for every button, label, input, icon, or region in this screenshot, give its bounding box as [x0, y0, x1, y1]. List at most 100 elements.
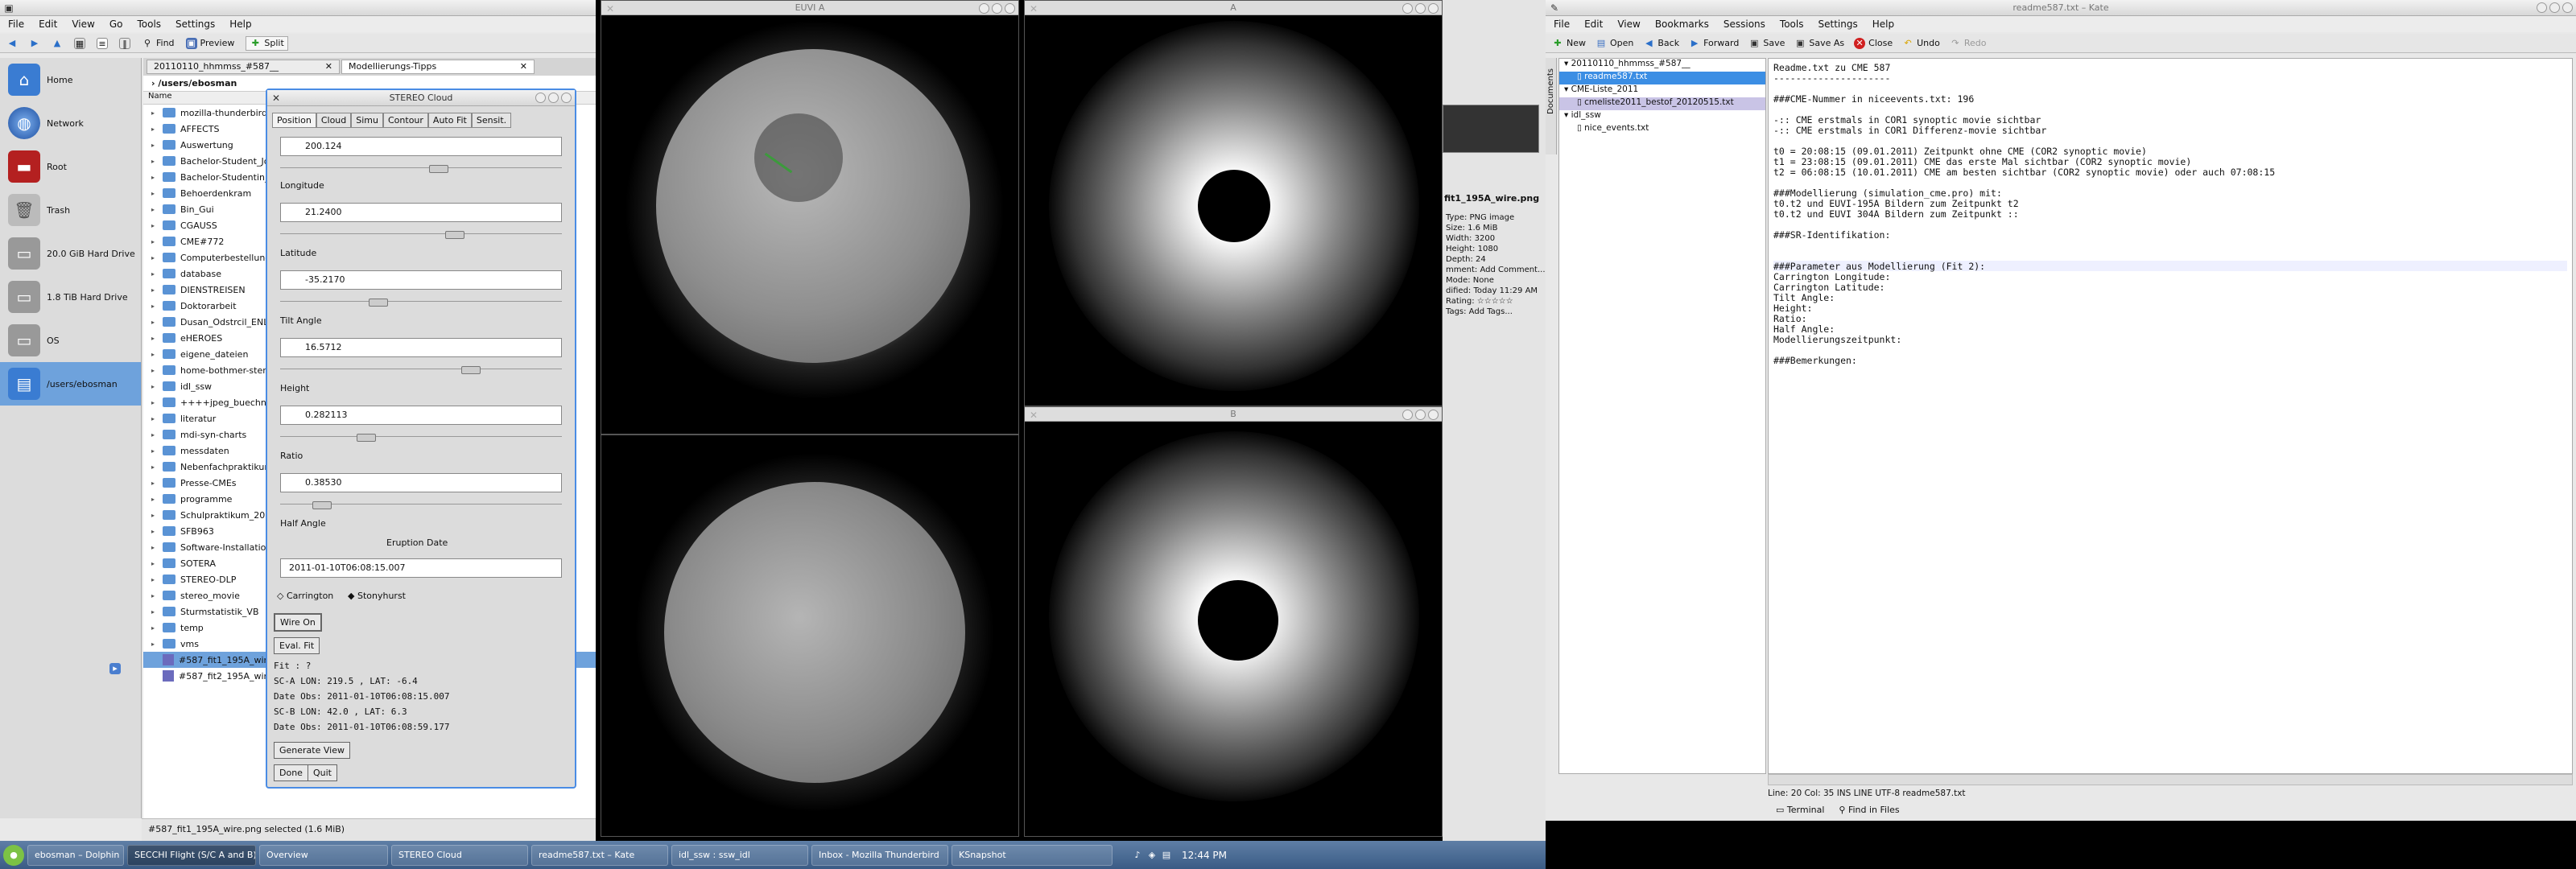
expand-icon[interactable]: ▸ [151, 270, 158, 278]
ratio-slider[interactable] [280, 501, 562, 513]
place-drive-20gib[interactable]: ▭ 20.0 GiB Hard Drive [0, 232, 141, 275]
slider-thumb[interactable] [445, 231, 464, 239]
tab-cloud[interactable]: Cloud [316, 113, 352, 128]
generate-view-button[interactable]: Generate View [274, 742, 350, 759]
slider-thumb[interactable] [461, 366, 481, 374]
expand-icon[interactable]: ▸ [151, 512, 158, 519]
expand-icon[interactable]: ▸ [151, 335, 158, 342]
close-icon[interactable]: ✕ [520, 61, 527, 72]
close-icon[interactable]: ✕ [325, 61, 332, 72]
menu-help[interactable]: Help [1872, 19, 1894, 30]
expand-icon[interactable]: ▸ [151, 319, 158, 326]
task-secchi[interactable]: SECCHI Flight (S/C A and B) [127, 844, 256, 866]
task-dolphin[interactable]: ebosman – Dolphin [27, 844, 124, 866]
close-x-icon[interactable]: ✕ [1028, 3, 1039, 14]
expand-icon[interactable]: ▸ [151, 640, 158, 648]
document-tree-item[interactable]: ▾ 20110110_hhmmss_#587__ [1559, 59, 1765, 72]
close-x-icon[interactable]: ✕ [605, 3, 616, 14]
split-button[interactable]: ✚ Split [246, 35, 288, 51]
close-x-icon[interactable]: ✕ [270, 93, 282, 104]
radio-stonyhurst[interactable]: ◆ Stonyhurst [348, 591, 406, 601]
expand-icon[interactable]: ▸ [151, 463, 158, 471]
expand-icon[interactable]: ▸ [151, 158, 158, 165]
eval-fit-button[interactable]: Eval. Fit [274, 637, 320, 654]
back-icon[interactable]: ◀ [6, 38, 18, 49]
icons-view-icon[interactable]: ▦ [74, 37, 85, 49]
forward-icon[interactable]: ▶ [29, 38, 40, 49]
expand-icon[interactable]: ▸ [151, 431, 158, 439]
place-root[interactable]: ▬ Root [0, 145, 141, 188]
expand-icon[interactable]: ▸ [151, 238, 158, 245]
open-button[interactable]: ▤ Open [1596, 38, 1634, 49]
menu-settings[interactable]: Settings [175, 19, 215, 30]
horizontal-scrollbar[interactable] [1768, 774, 2573, 785]
menu-sessions[interactable]: Sessions [1724, 19, 1765, 30]
expand-icon[interactable]: ▸ [151, 480, 158, 487]
expand-icon[interactable]: ▸ [151, 303, 158, 310]
expand-icon[interactable]: ▸ [151, 109, 158, 117]
task-overview[interactable]: Overview [259, 844, 388, 866]
place-trash[interactable]: 🗑 Trash [0, 188, 141, 232]
volume-icon[interactable]: ♪ [1132, 850, 1143, 861]
place-os[interactable]: ▭ OS [0, 319, 141, 362]
document-tree-item[interactable]: ▯ cmeliste2011_bestof_20120515.txt [1559, 97, 1765, 110]
radio-carrington[interactable]: ◇ Carrington [277, 591, 333, 601]
forward-button[interactable]: ▶ Forward [1689, 38, 1739, 49]
close-button[interactable]: ✕ Close [1854, 37, 1893, 49]
expand-icon[interactable]: ▸ [151, 142, 158, 149]
expand-icon[interactable]: ▸ [151, 174, 158, 181]
expand-icon[interactable]: ▸ [151, 383, 158, 390]
slider-thumb[interactable] [369, 299, 388, 307]
expand-icon[interactable]: ▸ [151, 608, 158, 616]
text-editor[interactable]: Readme.txt zu CME 587 -------------------… [1768, 58, 2573, 774]
expand-icon[interactable]: ▸ [151, 351, 158, 358]
menu-tools[interactable]: Tools [137, 19, 161, 30]
expand-icon[interactable]: ▸ [151, 576, 158, 583]
menu-help[interactable]: Help [229, 19, 251, 30]
new-button[interactable]: ✚ New [1552, 38, 1586, 49]
redo-button[interactable]: ↷ Redo [1950, 38, 1986, 49]
save-button[interactable]: ▣ Save [1748, 38, 1785, 49]
place-network[interactable]: ◍ Network [0, 101, 141, 145]
task-ksnapshot[interactable]: KSnapshot [952, 844, 1113, 866]
expand-icon[interactable]: ▸ [151, 190, 158, 197]
terminal-tab[interactable]: ▭ Terminal [1776, 805, 1824, 815]
panel-toggle-icon[interactable]: ▸ [109, 663, 121, 674]
expand-icon[interactable]: ▸ [151, 592, 158, 599]
height-field[interactable]: 0.282113 [280, 406, 562, 425]
expand-icon[interactable]: ▸ [151, 624, 158, 632]
tab-modellierungs-tipps[interactable]: Modellierungs-Tipps ✕ [341, 60, 535, 74]
expand-icon[interactable]: ▸ [151, 286, 158, 294]
height-slider[interactable] [280, 434, 562, 446]
param-field[interactable]: 200.124 [280, 137, 562, 156]
eruption-date-field[interactable]: 2011-01-10T06:08:15.007 [280, 558, 562, 578]
wire-on-button[interactable]: Wire On [274, 613, 322, 632]
tab-simu[interactable]: Simu [351, 113, 383, 128]
close-x-icon[interactable]: ✕ [1028, 410, 1039, 421]
back-button[interactable]: ◀ Back [1643, 38, 1679, 49]
slider-thumb[interactable] [429, 165, 448, 173]
menu-view[interactable]: View [72, 19, 94, 30]
menu-view[interactable]: View [1617, 19, 1640, 30]
preview-button[interactable]: ▣ Preview [185, 37, 234, 49]
tilt-angle-field[interactable]: 16.5712 [280, 338, 562, 357]
task-idl[interactable]: idl_ssw : ssw_idl [671, 844, 808, 866]
details-view-icon[interactable]: ≡ [97, 37, 108, 49]
tab-587[interactable]: 20110110_hhmmss_#587__ ✕ [147, 60, 340, 74]
tab-auto-fit[interactable]: Auto Fit [427, 113, 472, 128]
expand-icon[interactable]: ▸ [151, 528, 158, 535]
start-menu-icon[interactable]: ● [3, 844, 24, 866]
menu-bookmarks[interactable]: Bookmarks [1655, 19, 1709, 30]
expand-icon[interactable]: ▸ [151, 222, 158, 229]
menu-edit[interactable]: Edit [1584, 19, 1603, 30]
longitude-slider[interactable] [280, 231, 562, 243]
menu-settings[interactable]: Settings [1818, 19, 1857, 30]
find-in-files-tab[interactable]: ⚲ Find in Files [1839, 805, 1899, 815]
expand-icon[interactable]: ▸ [151, 544, 158, 551]
ratio-field[interactable]: 0.38530 [280, 473, 562, 492]
latitude-slider[interactable] [280, 299, 562, 311]
menu-file[interactable]: File [8, 19, 24, 30]
expand-icon[interactable]: ▸ [151, 496, 158, 503]
menu-edit[interactable]: Edit [39, 19, 57, 30]
param-slider[interactable] [280, 165, 562, 177]
